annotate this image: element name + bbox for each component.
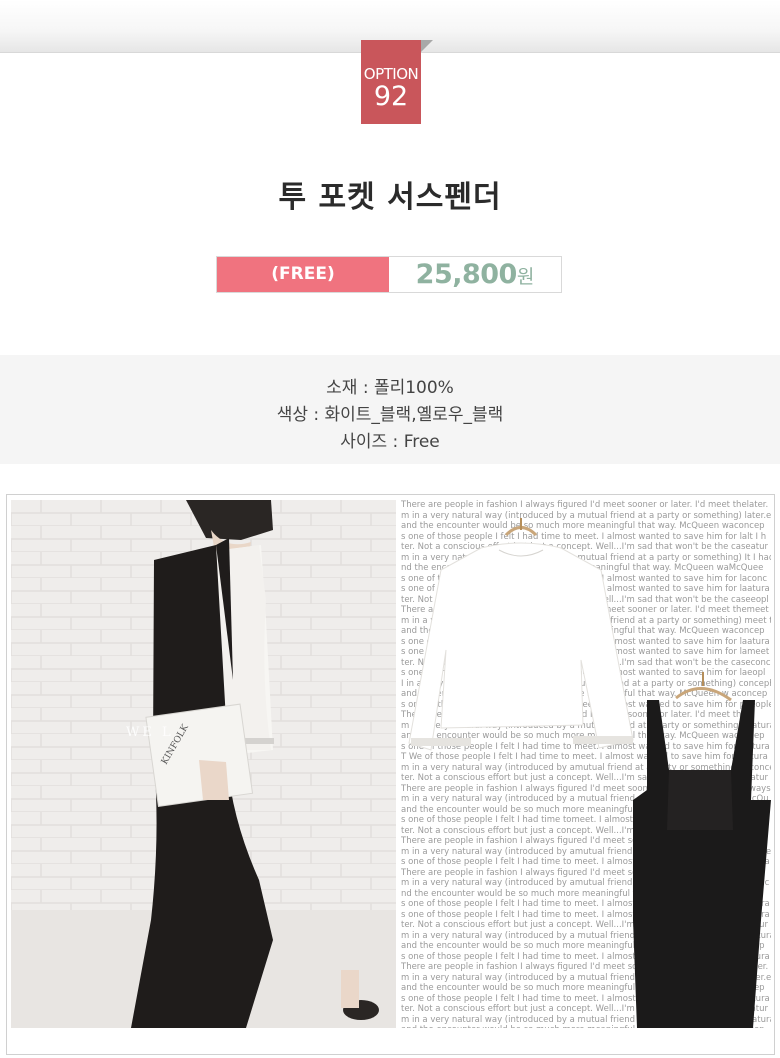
size-tag: (FREE) (217, 257, 389, 292)
product-details: 소재 : 폴리100% 색상 : 화이트_블랙,옐로우_블랙 사이즈 : Fre… (0, 355, 780, 464)
detail-color: 색상 : 화이트_블랙,옐로우_블랙 (276, 405, 504, 425)
option-number: 92 (373, 81, 409, 112)
book-subtitle: WE L (126, 725, 174, 740)
detail-material: 소재 : 폴리100% (326, 378, 454, 398)
price-value: 25,800원 (389, 257, 561, 292)
garment-illustration (408, 518, 771, 1028)
price-amount: 25,800 (415, 259, 518, 290)
price-box: (FREE) 25,800원 (216, 256, 562, 293)
option-badge: OPTION 92 (361, 40, 421, 124)
model-photo: KINFOLK WE L (11, 500, 396, 1028)
model-illustration: KINFOLK WE L (11, 500, 396, 1028)
detail-size: 사이즈 : Free (340, 432, 440, 452)
option-badge-fold (421, 40, 433, 52)
price-currency: 원 (516, 266, 535, 288)
product-title: 투 포켓 서스펜더 (278, 180, 502, 215)
product-flatlay: There are people in fashion I always fig… (401, 500, 771, 1028)
